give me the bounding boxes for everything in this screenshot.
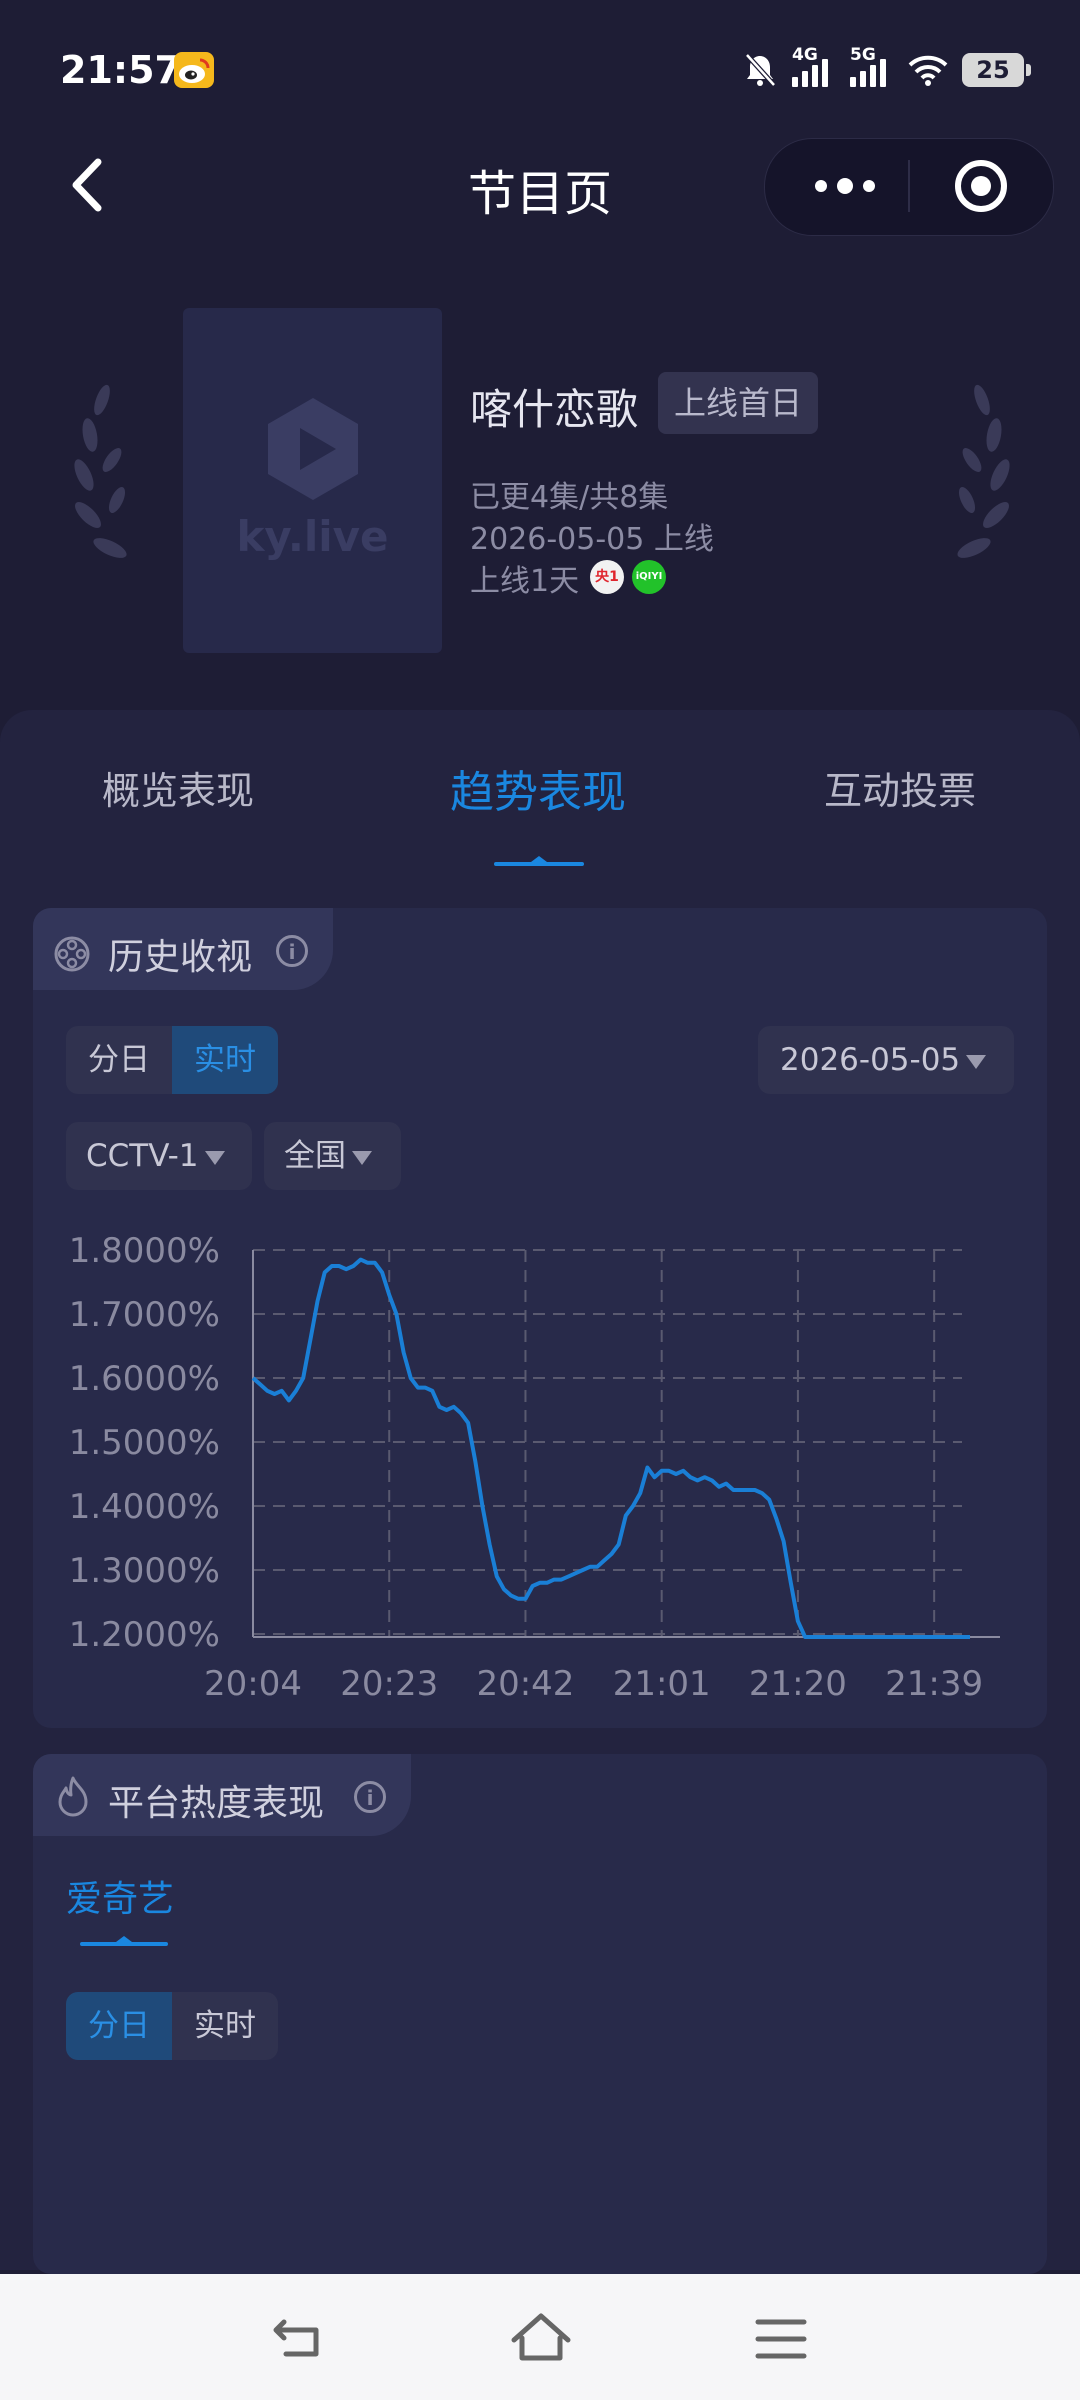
signal-5g-icon: 5G: [850, 45, 894, 87]
dot-icon: [863, 180, 875, 192]
info-icon[interactable]: i: [276, 935, 308, 967]
y-tick-label: 1.7000%: [69, 1295, 220, 1335]
chevron-down-icon: [352, 1150, 372, 1165]
wifi-icon: [908, 55, 948, 86]
network-type-label: 5G: [850, 45, 876, 65]
tab-overview[interactable]: 概览表现: [102, 760, 254, 815]
show-poster[interactable]: [183, 308, 442, 653]
y-tick-label: 1.2000%: [69, 1615, 220, 1655]
battery-indicator: 25: [962, 53, 1031, 87]
network-type-label: 4G: [792, 45, 818, 65]
region-dropdown[interactable]: 全国: [264, 1122, 401, 1190]
tab-vote[interactable]: 互动投票: [824, 760, 976, 815]
nav-home-button[interactable]: [506, 2304, 576, 2374]
film-reel-icon: [54, 936, 90, 972]
mute-bell-icon: [745, 53, 776, 87]
y-tick-label: 1.6000%: [69, 1359, 220, 1399]
weibo-icon: [174, 52, 214, 88]
x-tick-label: 21:39: [885, 1664, 983, 1704]
platform-tab-indicator: [80, 1936, 168, 1946]
y-tick-label: 1.5000%: [69, 1423, 220, 1463]
iqiyi-badge-icon: iQIYI: [632, 560, 666, 594]
x-tick-label: 20:42: [476, 1664, 574, 1704]
section-title: 平台热度表现: [108, 1783, 325, 1824]
region-value: 全国: [284, 1138, 346, 1174]
close-miniprogram-button[interactable]: [955, 160, 1007, 212]
granularity-toggle: 分日 实时: [66, 1992, 278, 2060]
nav-back-button[interactable]: [266, 2304, 336, 2374]
release-date: 2026-05-05 上线: [470, 522, 714, 557]
capsule-divider: [908, 160, 910, 212]
x-tick-label: 20:23: [340, 1664, 438, 1704]
laurel-right-icon: [957, 384, 1010, 558]
dot-icon: [837, 178, 853, 194]
cctv1-badge-icon: 央1: [590, 560, 624, 594]
channel-value: CCTV-1: [86, 1138, 199, 1174]
channel-dropdown[interactable]: CCTV-1: [66, 1122, 252, 1190]
more-button[interactable]: [800, 160, 890, 212]
date-dropdown[interactable]: 2026-05-05: [758, 1026, 1014, 1094]
tab-trend[interactable]: 趋势表现: [450, 756, 626, 820]
laurel-left-icon: [74, 384, 127, 558]
signal-4g-icon: 4G: [792, 45, 836, 87]
section-title: 历史收视: [108, 937, 253, 978]
date-value: 2026-05-05: [780, 1042, 961, 1078]
flame-icon: [58, 1776, 88, 1817]
y-tick-label: 1.3000%: [69, 1551, 220, 1591]
x-tick-label: 20:04: [204, 1664, 302, 1704]
poster-logo-text: ky.live: [236, 512, 389, 561]
ratings-line-chart: 1.8000% 1.7000% 1.6000% 1.5000% 1.4000% 1.300…: [69, 1231, 1000, 1704]
nav-menu-button[interactable]: [746, 2304, 816, 2374]
segment-daily[interactable]: 分日: [66, 1992, 172, 2060]
info-icon[interactable]: i: [354, 1781, 386, 1813]
tab-indicator: [494, 856, 584, 866]
x-tick-label: 21:20: [749, 1664, 847, 1704]
platform-tab-iqiyi[interactable]: 爱奇艺: [66, 1870, 174, 1922]
dot-icon: [815, 180, 827, 192]
show-title: 喀什恋歌: [470, 385, 639, 434]
y-tick-label: 1.4000%: [69, 1487, 220, 1527]
x-tick-label: 21:01: [613, 1664, 711, 1704]
play-logo-icon: [268, 398, 358, 500]
status-badge: 上线首日: [658, 372, 819, 434]
chevron-down-icon: [966, 1054, 987, 1069]
granularity-toggle: 分日 实时: [66, 1026, 278, 1094]
series-line: [251, 1257, 970, 1639]
segment-realtime[interactable]: 实时: [172, 1026, 278, 1094]
episode-count: 已更4集/共8集: [470, 480, 669, 515]
segment-realtime[interactable]: 实时: [172, 1992, 278, 2060]
status-icons: 4G 5G 25: [742, 45, 1031, 92]
chevron-down-icon: [204, 1150, 225, 1165]
y-tick-label: 1.8000%: [69, 1231, 220, 1271]
status-time: 21:57: [60, 48, 181, 92]
segment-daily[interactable]: 分日: [66, 1026, 172, 1094]
days-online: 上线1天: [470, 564, 580, 599]
